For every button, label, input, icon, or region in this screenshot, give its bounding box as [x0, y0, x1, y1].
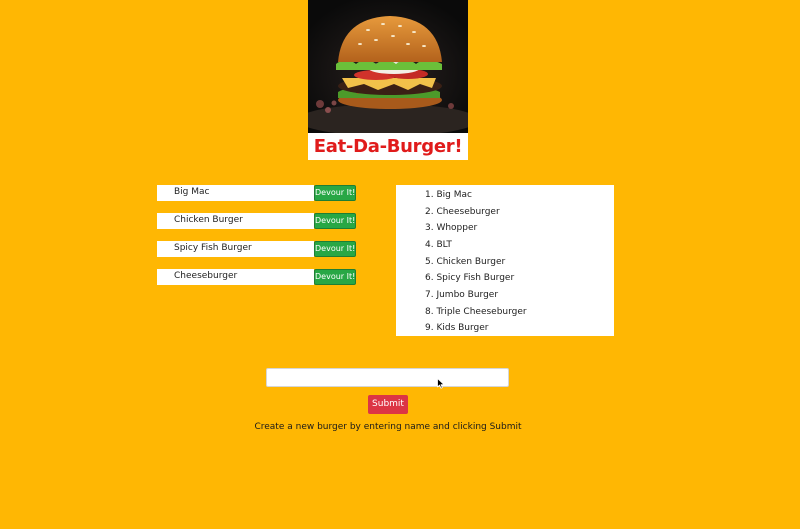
- devoured-item: 3. Whopper: [425, 223, 478, 233]
- burger-row: Cheeseburger Devour It!: [157, 269, 356, 285]
- devour-button[interactable]: Devour It!: [314, 269, 356, 285]
- burger-name: Big Mac: [174, 187, 210, 197]
- burger-name-box: Cheeseburger: [157, 269, 314, 285]
- devoured-item: 7. Jumbo Burger: [425, 290, 499, 300]
- burger-name: Chicken Burger: [174, 215, 243, 225]
- devoured-item: 1. Big Mac: [425, 190, 472, 200]
- logo-title-box: Eat-Da-Burger!: [308, 133, 468, 160]
- burger-row: Chicken Burger Devour It!: [157, 213, 356, 229]
- help-text: Create a new burger by entering name and…: [254, 422, 522, 432]
- page-title: Eat-Da-Burger!: [313, 136, 463, 157]
- devoured-item: 4. BLT: [425, 240, 452, 250]
- devoured-item: 5. Chicken Burger: [425, 257, 506, 267]
- burger-name-box: Spicy Fish Burger: [157, 241, 314, 257]
- new-burger-input[interactable]: [266, 368, 509, 387]
- devoured-item: 9. Kids Burger: [425, 323, 489, 333]
- burger-name-box: Chicken Burger: [157, 213, 314, 229]
- burger-photo-icon: [308, 0, 468, 133]
- submit-button[interactable]: Submit: [368, 395, 408, 414]
- burger-row: Big Mac Devour It!: [157, 185, 356, 201]
- logo: Eat-Da-Burger!: [308, 0, 468, 160]
- devour-button[interactable]: Devour It!: [314, 185, 356, 201]
- burger-name-box: Big Mac: [157, 185, 314, 201]
- burger-name: Spicy Fish Burger: [174, 243, 252, 253]
- page: Eat-Da-Burger! Big Mac Devour It! Chicke…: [0, 0, 800, 529]
- devoured-item: 6. Spicy Fish Burger: [425, 273, 515, 283]
- burger-row: Spicy Fish Burger Devour It!: [157, 241, 356, 257]
- devoured-item: 8. Triple Cheeseburger: [425, 307, 527, 317]
- burger-name: Cheeseburger: [174, 271, 238, 281]
- devoured-item: 2. Cheeseburger: [425, 207, 500, 217]
- mouse-cursor-icon: [437, 378, 445, 389]
- devour-button[interactable]: Devour It!: [314, 241, 356, 257]
- devoured-burger-list: 1. Big Mac 2. Cheeseburger 3. Whopper 4.…: [396, 185, 614, 336]
- devour-button[interactable]: Devour It!: [314, 213, 356, 229]
